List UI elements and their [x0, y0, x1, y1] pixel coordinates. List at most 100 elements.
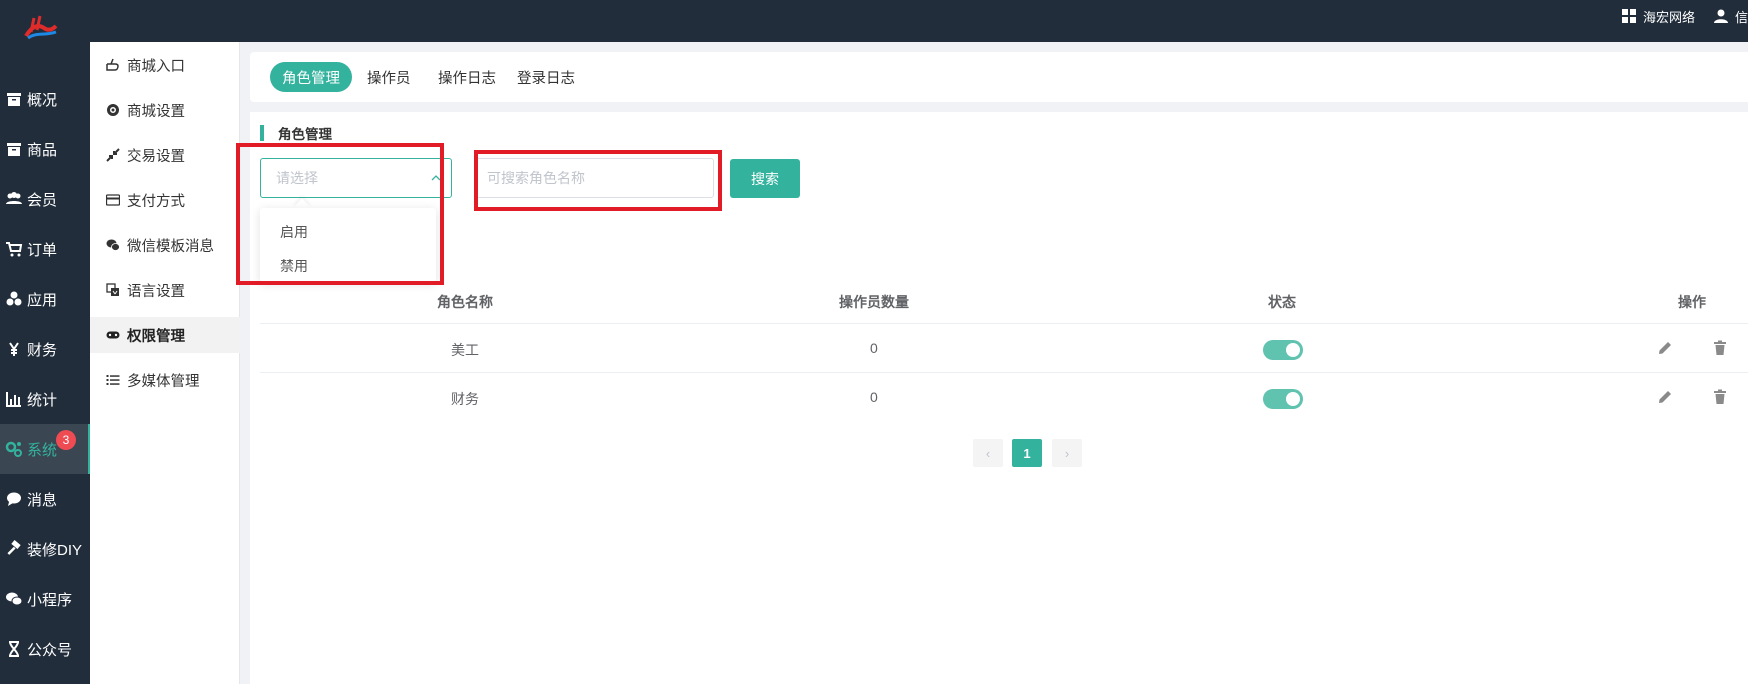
- user-icon: [1713, 9, 1728, 23]
- cell-operator-count: 0: [870, 340, 878, 356]
- subnav-item-wechat-template[interactable]: 微信模板消息: [90, 227, 240, 263]
- hammer-icon: [7, 540, 21, 555]
- status-toggle[interactable]: [1263, 389, 1303, 409]
- subnav-item-mall-settings[interactable]: 商城设置: [90, 92, 240, 128]
- nav-label: 会员: [27, 191, 58, 209]
- subnav-label: 支付方式: [127, 193, 185, 210]
- tab-operators[interactable]: 操作员: [367, 62, 411, 92]
- nav-item-overview[interactable]: 概况: [0, 74, 90, 124]
- nav-item-messages[interactable]: 消息: [0, 474, 90, 524]
- gamepad-icon: [106, 331, 120, 339]
- subnav-item-trade-settings[interactable]: 交易设置: [90, 137, 240, 173]
- nav-item-decor-diy[interactable]: 装修DIY: [0, 524, 90, 574]
- nav-label: 统计: [27, 391, 58, 409]
- nav-item-stats[interactable]: 统计: [0, 374, 90, 424]
- cell-operator-count: 0: [870, 389, 878, 405]
- top-bar: 海宏网络 信: [0, 0, 1748, 42]
- nav-item-members[interactable]: 会员: [0, 174, 90, 224]
- nav-label: 消息: [27, 491, 58, 509]
- cell-role-name: 美工: [451, 342, 479, 358]
- nav-label: 装修DIY: [27, 541, 83, 559]
- gears-icon: [5, 441, 22, 457]
- toggle-knob: [1286, 392, 1300, 406]
- filter-card: 角色管理: [250, 112, 1748, 222]
- subnav-item-media[interactable]: 多媒体管理: [90, 362, 240, 398]
- compress-icon: [106, 148, 120, 162]
- pagination-next[interactable]: ›: [1052, 439, 1082, 467]
- user-label: 信: [1734, 9, 1748, 25]
- delete-icon[interactable]: [1711, 388, 1729, 406]
- column-header-role-name: 角色名称: [437, 294, 493, 310]
- nav-item-orders[interactable]: 订单: [0, 224, 90, 274]
- tab-operation-log[interactable]: 操作日志: [438, 62, 496, 92]
- role-search-input[interactable]: 可搜索角色名称: [476, 158, 714, 198]
- gear-icon: [107, 104, 119, 116]
- hand-point-icon: [106, 58, 119, 71]
- nav-label: 商品: [27, 141, 58, 159]
- translate-icon: [106, 283, 119, 296]
- store-switcher[interactable]: 海宏网络: [1621, 7, 1695, 26]
- subnav-item-mall-entry[interactable]: 商城入口: [90, 47, 240, 83]
- tab-role-management[interactable]: 角色管理: [270, 62, 352, 92]
- search-button[interactable]: 搜索: [730, 159, 800, 198]
- nav-label: 公众号: [27, 641, 73, 659]
- wechat-icon: [6, 592, 23, 606]
- pagination-page-1[interactable]: 1: [1012, 439, 1042, 467]
- chat-icon: [7, 492, 21, 506]
- tabs-panel: 角色管理 操作员 操作日志 登录日志: [250, 52, 1748, 102]
- delete-icon[interactable]: [1711, 339, 1729, 357]
- subnav-item-language[interactable]: 语言设置: [90, 272, 240, 308]
- column-header-actions: 操作: [1678, 294, 1706, 310]
- brand-logo[interactable]: [22, 14, 60, 44]
- nav-label: 小程序: [27, 591, 73, 609]
- subnav-label: 商城设置: [127, 103, 185, 120]
- hourglass-icon: [9, 641, 19, 657]
- subnav-label: 多媒体管理: [127, 373, 200, 390]
- nav-item-official-account[interactable]: 公众号: [0, 624, 90, 674]
- subnav-item-permissions[interactable]: 权限管理: [90, 317, 240, 353]
- status-option-disabled[interactable]: 禁用: [280, 256, 308, 276]
- nav-item-apps[interactable]: 应用: [0, 274, 90, 324]
- subnav-label: 语言设置: [127, 283, 185, 300]
- cell-role-name: 财务: [451, 391, 479, 407]
- archive-icon: [7, 93, 21, 106]
- pagination-prev[interactable]: ‹: [973, 439, 1003, 467]
- nav-item-miniprogram[interactable]: 小程序: [0, 574, 90, 624]
- status-select[interactable]: 请选择: [260, 158, 452, 198]
- nav-label: 应用: [27, 291, 58, 309]
- store-name: 海宏网络: [1642, 9, 1695, 25]
- subnav-item-payment-methods[interactable]: 支付方式: [90, 182, 240, 218]
- topbar-right: 海宏网络 信: [1621, 0, 1748, 32]
- yen-icon: [9, 342, 19, 356]
- nav-item-finance[interactable]: 财务: [0, 324, 90, 374]
- section-title-text: 角色管理: [278, 127, 332, 142]
- status-dropdown: 启用 禁用: [260, 208, 436, 282]
- message-badge: 3: [56, 430, 76, 450]
- tab-login-log[interactable]: 登录日志: [517, 62, 575, 92]
- toggle-knob: [1286, 343, 1300, 357]
- subnav-label: 权限管理: [127, 328, 185, 345]
- column-header-status: 状态: [1268, 294, 1296, 310]
- section-title: 角色管理: [260, 125, 332, 142]
- nav-label: 概况: [27, 91, 58, 109]
- wechat-icon: [106, 239, 120, 251]
- status-toggle[interactable]: [1263, 340, 1303, 360]
- title-accent-bar: [260, 125, 264, 141]
- user-menu[interactable]: 信: [1713, 7, 1748, 26]
- edit-icon[interactable]: [1656, 339, 1674, 357]
- list-icon: [106, 375, 120, 385]
- bar-chart-icon: [6, 392, 21, 407]
- credit-card-icon: [106, 194, 120, 206]
- status-option-enabled[interactable]: 启用: [280, 222, 308, 242]
- grid-icon: [1621, 9, 1636, 23]
- nav-item-system[interactable]: 系统: [0, 424, 90, 474]
- subnav-label: 微信模板消息: [127, 238, 214, 255]
- edit-icon[interactable]: [1656, 388, 1674, 406]
- status-select-placeholder: 请选择: [276, 170, 318, 186]
- nav-item-goods[interactable]: 商品: [0, 124, 90, 174]
- box-icon: [7, 143, 21, 156]
- subnav-label: 交易设置: [127, 148, 185, 165]
- search-placeholder: 可搜索角色名称: [487, 170, 585, 186]
- users-icon: [6, 192, 22, 204]
- cart-icon: [6, 242, 23, 257]
